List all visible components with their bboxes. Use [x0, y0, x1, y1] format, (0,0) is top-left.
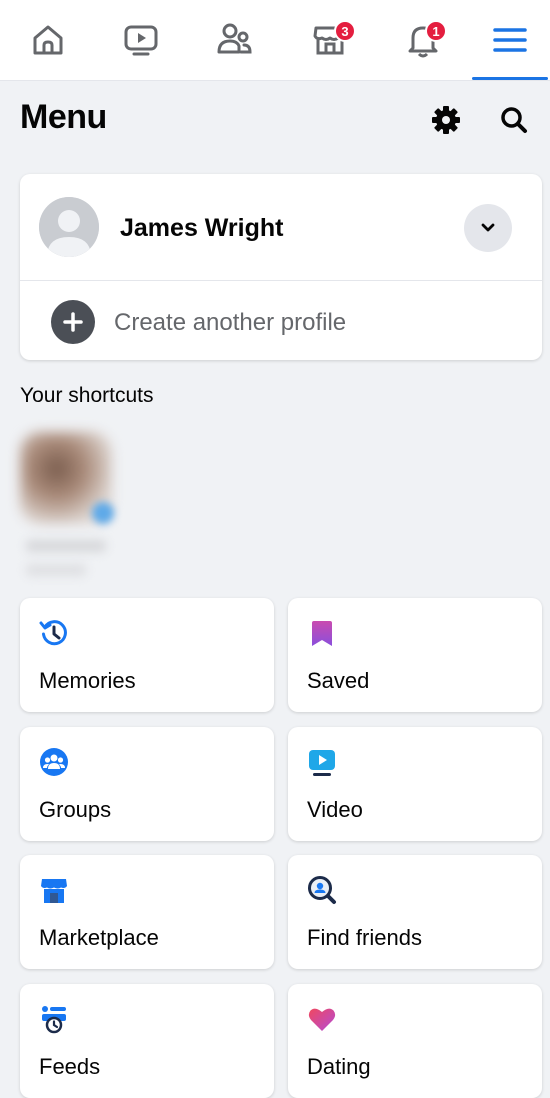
profile-name: James Wright	[120, 214, 284, 242]
menu-header: Menu	[0, 80, 550, 160]
profile-card: James Wright Create another profile	[20, 174, 542, 360]
tab-friends[interactable]	[195, 0, 275, 80]
chevron-down-icon	[481, 223, 495, 232]
video-play-icon	[309, 750, 335, 776]
shortcut-label-blurred-2	[26, 564, 86, 576]
tile-feeds[interactable]: Feeds	[20, 984, 274, 1098]
tile-video-label: Video	[307, 797, 363, 822]
tile-marketplace-label: Marketplace	[39, 925, 159, 950]
avatar	[39, 197, 99, 257]
tile-dating[interactable]: Dating	[288, 984, 542, 1098]
tile-dating-label: Dating	[307, 1054, 371, 1079]
tile-marketplace[interactable]: Marketplace	[20, 855, 274, 969]
create-profile-label: Create another profile	[114, 309, 347, 336]
switch-profile-button[interactable]	[464, 204, 512, 252]
tile-memories[interactable]: Memories	[20, 598, 274, 712]
tab-home[interactable]	[8, 0, 88, 80]
gear-icon	[432, 106, 460, 134]
groups-icon	[40, 748, 68, 776]
marketplace-store-icon	[41, 879, 67, 903]
tile-saved-label: Saved	[307, 668, 370, 693]
find-friends-icon	[308, 876, 336, 904]
home-icon	[33, 25, 63, 55]
top-nav-bar: 3 1	[0, 0, 550, 81]
plus-circle-icon	[51, 300, 95, 344]
page-title: Menu	[20, 98, 107, 136]
friends-icon	[217, 23, 252, 54]
tile-feeds-label: Feeds	[39, 1054, 101, 1079]
notifications-badge: 1	[425, 20, 447, 42]
tab-menu[interactable]	[470, 0, 550, 80]
tile-groups[interactable]: Groups	[20, 727, 274, 841]
hamburger-icon	[493, 28, 527, 52]
settings-button[interactable]	[426, 100, 466, 140]
profile-row[interactable]: James Wright	[20, 174, 542, 280]
tile-groups-label: Groups	[39, 797, 112, 822]
marketplace-badge: 3	[334, 20, 356, 42]
shortcuts-heading: Your shortcuts	[20, 384, 154, 407]
search-icon	[501, 107, 527, 133]
shortcut-badge-icon	[92, 502, 114, 524]
tab-marketplace[interactable]: 3	[290, 0, 370, 80]
create-profile-button[interactable]: Create another profile	[20, 281, 542, 360]
tile-find-friends-label: Find friends	[307, 925, 422, 950]
video-icon	[124, 25, 158, 56]
tile-video[interactable]: Video	[288, 727, 542, 841]
search-button[interactable]	[494, 100, 534, 140]
tab-notifications[interactable]: 1	[383, 0, 463, 80]
memories-clock-icon	[39, 620, 67, 646]
shortcut-item[interactable]	[20, 432, 120, 582]
tab-watch[interactable]	[101, 0, 181, 80]
tile-find-friends[interactable]: Find friends	[288, 855, 542, 969]
tile-memories-label: Memories	[39, 668, 136, 693]
feeds-icon	[42, 1006, 66, 1034]
default-avatar-icon	[39, 197, 99, 257]
bookmark-icon	[312, 621, 332, 646]
shortcut-label-blurred	[26, 540, 106, 552]
tile-saved[interactable]: Saved	[288, 598, 542, 712]
heart-icon	[308, 1008, 336, 1031]
